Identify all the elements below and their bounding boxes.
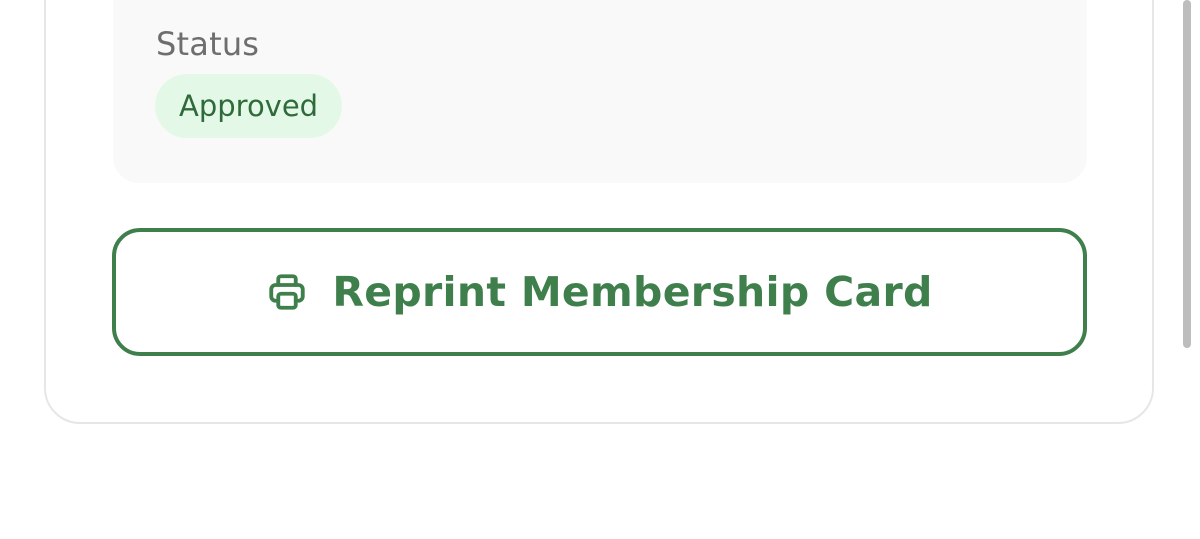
status-badge: Approved: [155, 74, 343, 138]
status-badge-text: Approved: [179, 89, 319, 123]
page: Status Approved Reprint Membership Card: [0, 0, 1200, 539]
reprint-membership-card-button[interactable]: Reprint Membership Card: [112, 228, 1087, 356]
status-label: Status: [156, 25, 260, 63]
scrollbar[interactable]: [1183, 0, 1191, 348]
reprint-button-label: Reprint Membership Card: [332, 268, 933, 316]
printer-icon: [266, 271, 308, 313]
